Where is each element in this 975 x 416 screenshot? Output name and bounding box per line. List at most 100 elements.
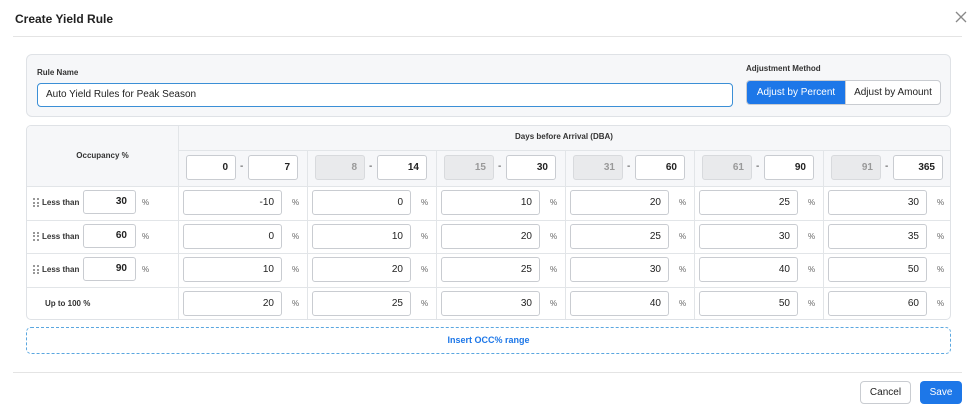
- percent-unit: %: [142, 265, 150, 274]
- range-dash: -: [369, 161, 373, 172]
- dba-from-input: 31: [573, 155, 623, 180]
- drag-handle-icon[interactable]: [33, 198, 39, 207]
- adjustment-method-toggle: Adjust by Percent Adjust by Amount: [746, 80, 941, 105]
- column-divider: [565, 150, 566, 319]
- column-divider: [694, 150, 695, 319]
- cancel-button[interactable]: Cancel: [860, 381, 911, 404]
- percent-unit: %: [937, 265, 945, 274]
- adjustment-value-input[interactable]: 20: [570, 190, 669, 215]
- adjustment-value-input[interactable]: 35: [828, 223, 927, 249]
- adjustment-value-input[interactable]: 0: [183, 223, 282, 249]
- dba-to-input[interactable]: 365: [893, 155, 943, 180]
- dba-to-input[interactable]: 7: [248, 155, 298, 180]
- percent-unit: %: [808, 198, 816, 207]
- adjustment-value-input[interactable]: 20: [312, 257, 411, 282]
- adjust-by-percent-button[interactable]: Adjust by Percent: [747, 81, 845, 104]
- close-icon[interactable]: [953, 9, 969, 25]
- adjustment-value-input[interactable]: 40: [699, 257, 798, 282]
- adjustment-value-input[interactable]: 30: [441, 290, 540, 316]
- occupancy-row-label: Up to 100 %: [45, 298, 91, 308]
- insert-occ-range-button[interactable]: Insert OCC% range: [26, 327, 951, 354]
- yield-matrix: Occupancy % Days before Arrival (DBA) 0-…: [26, 125, 951, 320]
- dba-to-input[interactable]: 60: [635, 155, 685, 180]
- percent-unit: %: [679, 265, 687, 274]
- drag-handle-icon[interactable]: [33, 265, 39, 274]
- save-button[interactable]: Save: [920, 381, 962, 404]
- adjustment-value-input[interactable]: 10: [312, 223, 411, 249]
- row-divider: [27, 253, 950, 254]
- percent-unit: %: [808, 298, 816, 308]
- dba-to-input[interactable]: 14: [377, 155, 427, 180]
- row-divider: [27, 286, 950, 288]
- percent-unit: %: [142, 198, 150, 207]
- percent-unit: %: [292, 231, 300, 241]
- adjust-by-amount-button[interactable]: Adjust by Amount: [845, 81, 940, 104]
- occupancy-header: Occupancy %: [27, 126, 178, 186]
- percent-unit: %: [550, 298, 558, 308]
- column-divider: [436, 150, 437, 319]
- dba-to-input[interactable]: 30: [506, 155, 556, 180]
- percent-unit: %: [937, 298, 945, 308]
- adjustment-value-input[interactable]: 60: [828, 290, 927, 316]
- range-dash: -: [240, 161, 244, 172]
- adjustment-value-input[interactable]: 20: [183, 290, 282, 316]
- adjustment-value-input[interactable]: 30: [828, 190, 927, 215]
- row-divider: [27, 219, 950, 221]
- adjustment-value-input[interactable]: 25: [570, 223, 669, 249]
- percent-unit: %: [808, 265, 816, 274]
- adjustment-value-input[interactable]: 25: [699, 190, 798, 215]
- adjustment-method-label: Adjustment Method: [746, 64, 821, 73]
- row-divider: [178, 150, 950, 151]
- column-divider: [823, 150, 824, 319]
- adjustment-value-input[interactable]: 30: [570, 257, 669, 282]
- range-dash: -: [627, 161, 631, 172]
- adjustment-value-input[interactable]: 20: [441, 223, 540, 249]
- occupancy-threshold-input[interactable]: 30: [83, 190, 136, 214]
- percent-unit: %: [550, 265, 558, 274]
- rule-settings-card: Rule Name Auto Yield Rules for Peak Seas…: [26, 54, 951, 117]
- percent-unit: %: [550, 198, 558, 207]
- range-dash: -: [498, 161, 502, 172]
- rule-name-label: Rule Name: [37, 68, 79, 77]
- adjustment-value-input[interactable]: -10: [183, 190, 282, 215]
- percent-unit: %: [937, 231, 945, 241]
- percent-unit: %: [292, 265, 300, 274]
- column-divider: [178, 126, 179, 319]
- percent-unit: %: [937, 198, 945, 207]
- dba-header: Days before Arrival (DBA): [178, 126, 950, 150]
- adjustment-value-input[interactable]: 25: [312, 290, 411, 316]
- adjustment-value-input[interactable]: 0: [312, 190, 411, 215]
- dba-from-input[interactable]: 0: [186, 155, 236, 180]
- adjustment-value-input[interactable]: 50: [828, 257, 927, 282]
- adjustment-value-input[interactable]: 30: [699, 223, 798, 249]
- header-divider: [13, 36, 962, 37]
- percent-unit: %: [679, 198, 687, 207]
- dba-to-input[interactable]: 90: [764, 155, 814, 180]
- occupancy-threshold-input[interactable]: 60: [83, 223, 136, 248]
- occupancy-threshold-input[interactable]: 90: [83, 257, 136, 281]
- percent-unit: %: [292, 198, 300, 207]
- dba-from-input: 91: [831, 155, 881, 180]
- rule-name-input[interactable]: Auto Yield Rules for Peak Season: [37, 83, 733, 107]
- range-dash: -: [756, 161, 760, 172]
- adjustment-value-input[interactable]: 50: [699, 290, 798, 316]
- dialog-title: Create Yield Rule: [15, 12, 114, 26]
- footer-divider: [13, 372, 962, 373]
- occupancy-row-label: Less than: [42, 198, 80, 207]
- drag-handle-icon[interactable]: [33, 231, 39, 241]
- percent-unit: %: [550, 231, 558, 241]
- percent-unit: %: [421, 231, 429, 241]
- adjustment-value-input[interactable]: 40: [570, 290, 669, 316]
- percent-unit: %: [421, 265, 429, 274]
- percent-unit: %: [292, 298, 300, 308]
- percent-unit: %: [679, 231, 687, 241]
- adjustment-value-input[interactable]: 10: [441, 190, 540, 215]
- row-divider: [27, 186, 950, 187]
- range-dash: -: [885, 161, 889, 172]
- dba-from-input: 8: [315, 155, 365, 180]
- percent-unit: %: [142, 231, 150, 241]
- adjustment-value-input[interactable]: 10: [183, 257, 282, 282]
- percent-unit: %: [808, 231, 816, 241]
- column-divider: [307, 150, 308, 319]
- adjustment-value-input[interactable]: 25: [441, 257, 540, 282]
